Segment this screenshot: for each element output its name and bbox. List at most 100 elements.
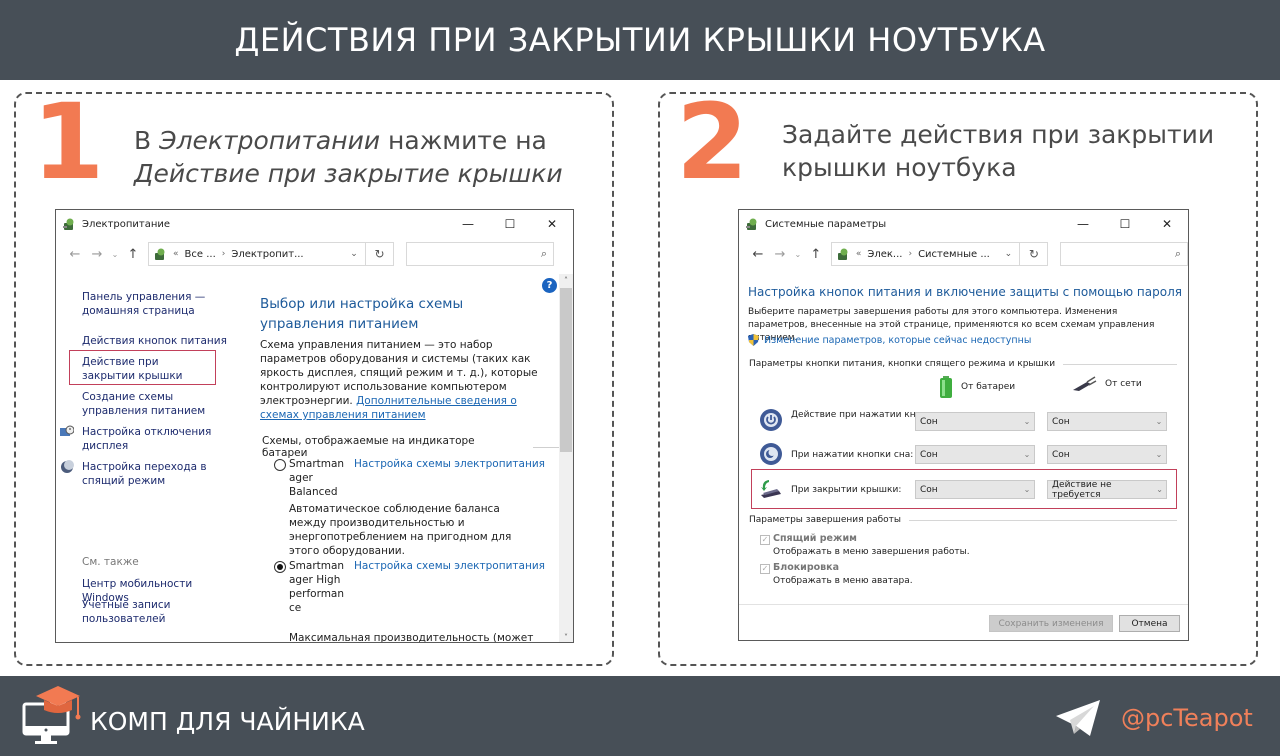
sidebar-link-create-plan[interactable]: Создание схемы управления питанием	[82, 390, 242, 418]
chevron-right-icon: ›	[908, 249, 913, 259]
scroll-up-icon[interactable]: ˄	[559, 276, 573, 285]
column-label: От батареи	[961, 382, 1016, 392]
laptop-lid-icon	[761, 480, 781, 498]
sleep-checkbox[interactable]: ✓	[760, 535, 770, 545]
breadcrumb-overflow[interactable]: «	[856, 249, 862, 259]
footer-banner: КОМП ДЛЯ ЧАЙНИКА @pcTeapot	[0, 676, 1280, 756]
moon-icon	[61, 460, 74, 473]
refresh-button[interactable]: ↻	[1020, 242, 1049, 266]
sidebar-link-display-off[interactable]: Настройка отключения дисплея	[60, 425, 212, 453]
plan-settings-link[interactable]: Настройка схемы электропитания	[354, 457, 545, 471]
see-also-link-user-accounts[interactable]: Учетные записи пользователей	[82, 598, 182, 626]
address-bar[interactable]: « Элек... › Системные ... ⌄	[830, 242, 1021, 266]
section-title: Выбор или настройка схемы управления пит…	[260, 296, 464, 332]
search-input[interactable]: ⌕	[406, 242, 554, 266]
address-bar[interactable]: « Все ... › Электропит... ⌄	[148, 242, 366, 266]
recent-locations-button[interactable]: ⌄	[108, 250, 122, 259]
scrollbar-thumb[interactable]	[560, 288, 572, 452]
chevron-down-icon[interactable]: ⌄	[997, 249, 1019, 259]
page-heading: Настройка кнопок питания и включение защ…	[748, 285, 1182, 299]
button-bar: Сохранить изменения Отмена	[739, 604, 1188, 640]
admin-link-text: Изменение параметров, которые сейчас нед…	[764, 334, 1032, 346]
scroll-down-icon[interactable]: ˅	[559, 633, 573, 642]
chevron-right-icon: ›	[221, 249, 226, 259]
minimize-button[interactable]: —	[1062, 210, 1104, 238]
cancel-button[interactable]: Отмена	[1119, 615, 1180, 632]
vertical-scrollbar[interactable]: ˄ ˅	[559, 274, 573, 642]
navigation-bar: ← → ⌄ ↑ « Элек... › Системные ... ⌄ ↻ ⌕	[739, 238, 1188, 270]
search-icon: ⌕	[540, 247, 547, 260]
display-clock-icon	[60, 425, 74, 436]
breadcrumb-item[interactable]: Элек...	[867, 249, 902, 260]
recent-locations-button[interactable]: ⌄	[791, 250, 805, 259]
select-value: Сон	[920, 449, 938, 460]
row-label: При нажатии кнопки сна:	[791, 450, 914, 460]
telegram-icon[interactable]	[1054, 698, 1102, 738]
power-button-icon	[760, 409, 782, 431]
section-label: Схемы, отображаемые на индикаторе батаре…	[262, 435, 475, 459]
title-bar: Электропитание — ☐ ✕	[56, 210, 573, 238]
forward-button[interactable]: →	[86, 247, 108, 262]
chevron-down-icon: ⌄	[1023, 450, 1031, 459]
power-options-icon	[155, 248, 165, 260]
instruction-emphasis: Электропитании	[159, 126, 381, 155]
sidebar-link-control-panel-home[interactable]: Панель управления — домашняя страница	[82, 290, 242, 318]
chevron-down-icon[interactable]: ⌄	[343, 249, 365, 259]
breadcrumb-item[interactable]: Все ...	[185, 249, 216, 260]
window-title: Системные параметры	[765, 218, 887, 230]
save-changes-button[interactable]: Сохранить изменения	[989, 615, 1113, 632]
power-options-icon	[63, 218, 74, 230]
close-button[interactable]: ✕	[1146, 210, 1188, 238]
maximize-button[interactable]: ☐	[489, 210, 531, 238]
chevron-down-icon: ⌄	[1156, 485, 1163, 494]
forward-button[interactable]: →	[769, 247, 791, 262]
sleep-button-battery-select[interactable]: Сон ⌄	[915, 445, 1035, 464]
plan-radio-balanced[interactable]	[274, 459, 286, 471]
up-button[interactable]: ↑	[122, 247, 144, 262]
close-button[interactable]: ✕	[531, 210, 573, 238]
instruction-text: нажмите на	[380, 126, 547, 155]
lid-close-plugged-select[interactable]: Действие не требуется ⌄	[1047, 480, 1167, 500]
maximize-button[interactable]: ☐	[1104, 210, 1146, 238]
refresh-button[interactable]: ↻	[366, 242, 394, 266]
select-value: Сон	[920, 416, 938, 427]
battery-icon	[940, 376, 952, 398]
section-label: Параметры завершения работы	[749, 515, 902, 525]
checkbox-label: Блокировка	[773, 562, 840, 573]
power-options-icon	[837, 248, 848, 260]
sidebar-link-power-buttons[interactable]: Действия кнопок питания	[82, 334, 242, 348]
sleep-button-plugged-select[interactable]: Сон ⌄	[1047, 445, 1167, 464]
breadcrumb-item[interactable]: Электропит...	[231, 249, 303, 260]
step-instruction: В Электропитании нажмите на Действие при…	[134, 124, 563, 190]
lock-checkbox[interactable]: ✓	[760, 564, 770, 574]
back-button[interactable]: ←	[64, 247, 86, 262]
admin-settings-link[interactable]: Изменение параметров, которые сейчас нед…	[748, 334, 1031, 346]
power-button-battery-select[interactable]: Сон ⌄	[915, 412, 1035, 431]
up-button[interactable]: ↑	[805, 247, 827, 262]
lid-close-battery-select[interactable]: Сон ⌄	[915, 480, 1035, 499]
telegram-handle[interactable]: @pcTeapot	[1121, 704, 1253, 732]
sidebar-link-lid-close[interactable]: Действие при закрытии крышки	[82, 355, 212, 383]
plan-name: Smartman ager High performan ce	[289, 560, 345, 614]
divider	[1063, 363, 1177, 365]
select-value: Сон	[1052, 449, 1070, 460]
plan-settings-link[interactable]: Настройка схемы электропитания	[354, 559, 545, 573]
power-plug-icon	[1073, 376, 1097, 391]
sidebar-link-sleep[interactable]: Настройка перехода в спящий режим	[61, 460, 212, 488]
sleep-button-icon	[760, 443, 782, 465]
battery-plans-section: Схемы, отображаемые на индикаторе батаре…	[262, 435, 573, 459]
chevron-down-icon: ⌄	[1155, 450, 1163, 459]
search-input[interactable]: ⌕	[1060, 242, 1188, 266]
search-icon: ⌕	[1174, 247, 1182, 260]
help-icon[interactable]: ?	[542, 278, 557, 293]
plan-description: Максимальная производительность (может	[289, 632, 534, 643]
breadcrumb-overflow[interactable]: «	[173, 249, 179, 259]
title-banner: ДЕЙСТВИЯ ПРИ ЗАКРЫТИИ КРЫШКИ НОУТБУКА	[0, 0, 1280, 80]
breadcrumb-item[interactable]: Системные ...	[918, 249, 990, 260]
power-button-plugged-select[interactable]: Сон ⌄	[1047, 412, 1167, 431]
computer-graduation-cap-icon	[22, 686, 81, 744]
plan-radio-high-performance[interactable]	[274, 561, 286, 573]
back-button[interactable]: ←	[747, 247, 769, 262]
minimize-button[interactable]: —	[447, 210, 489, 238]
page-title: ДЕЙСТВИЯ ПРИ ЗАКРЫТИИ КРЫШКИ НОУТБУКА	[234, 21, 1046, 59]
